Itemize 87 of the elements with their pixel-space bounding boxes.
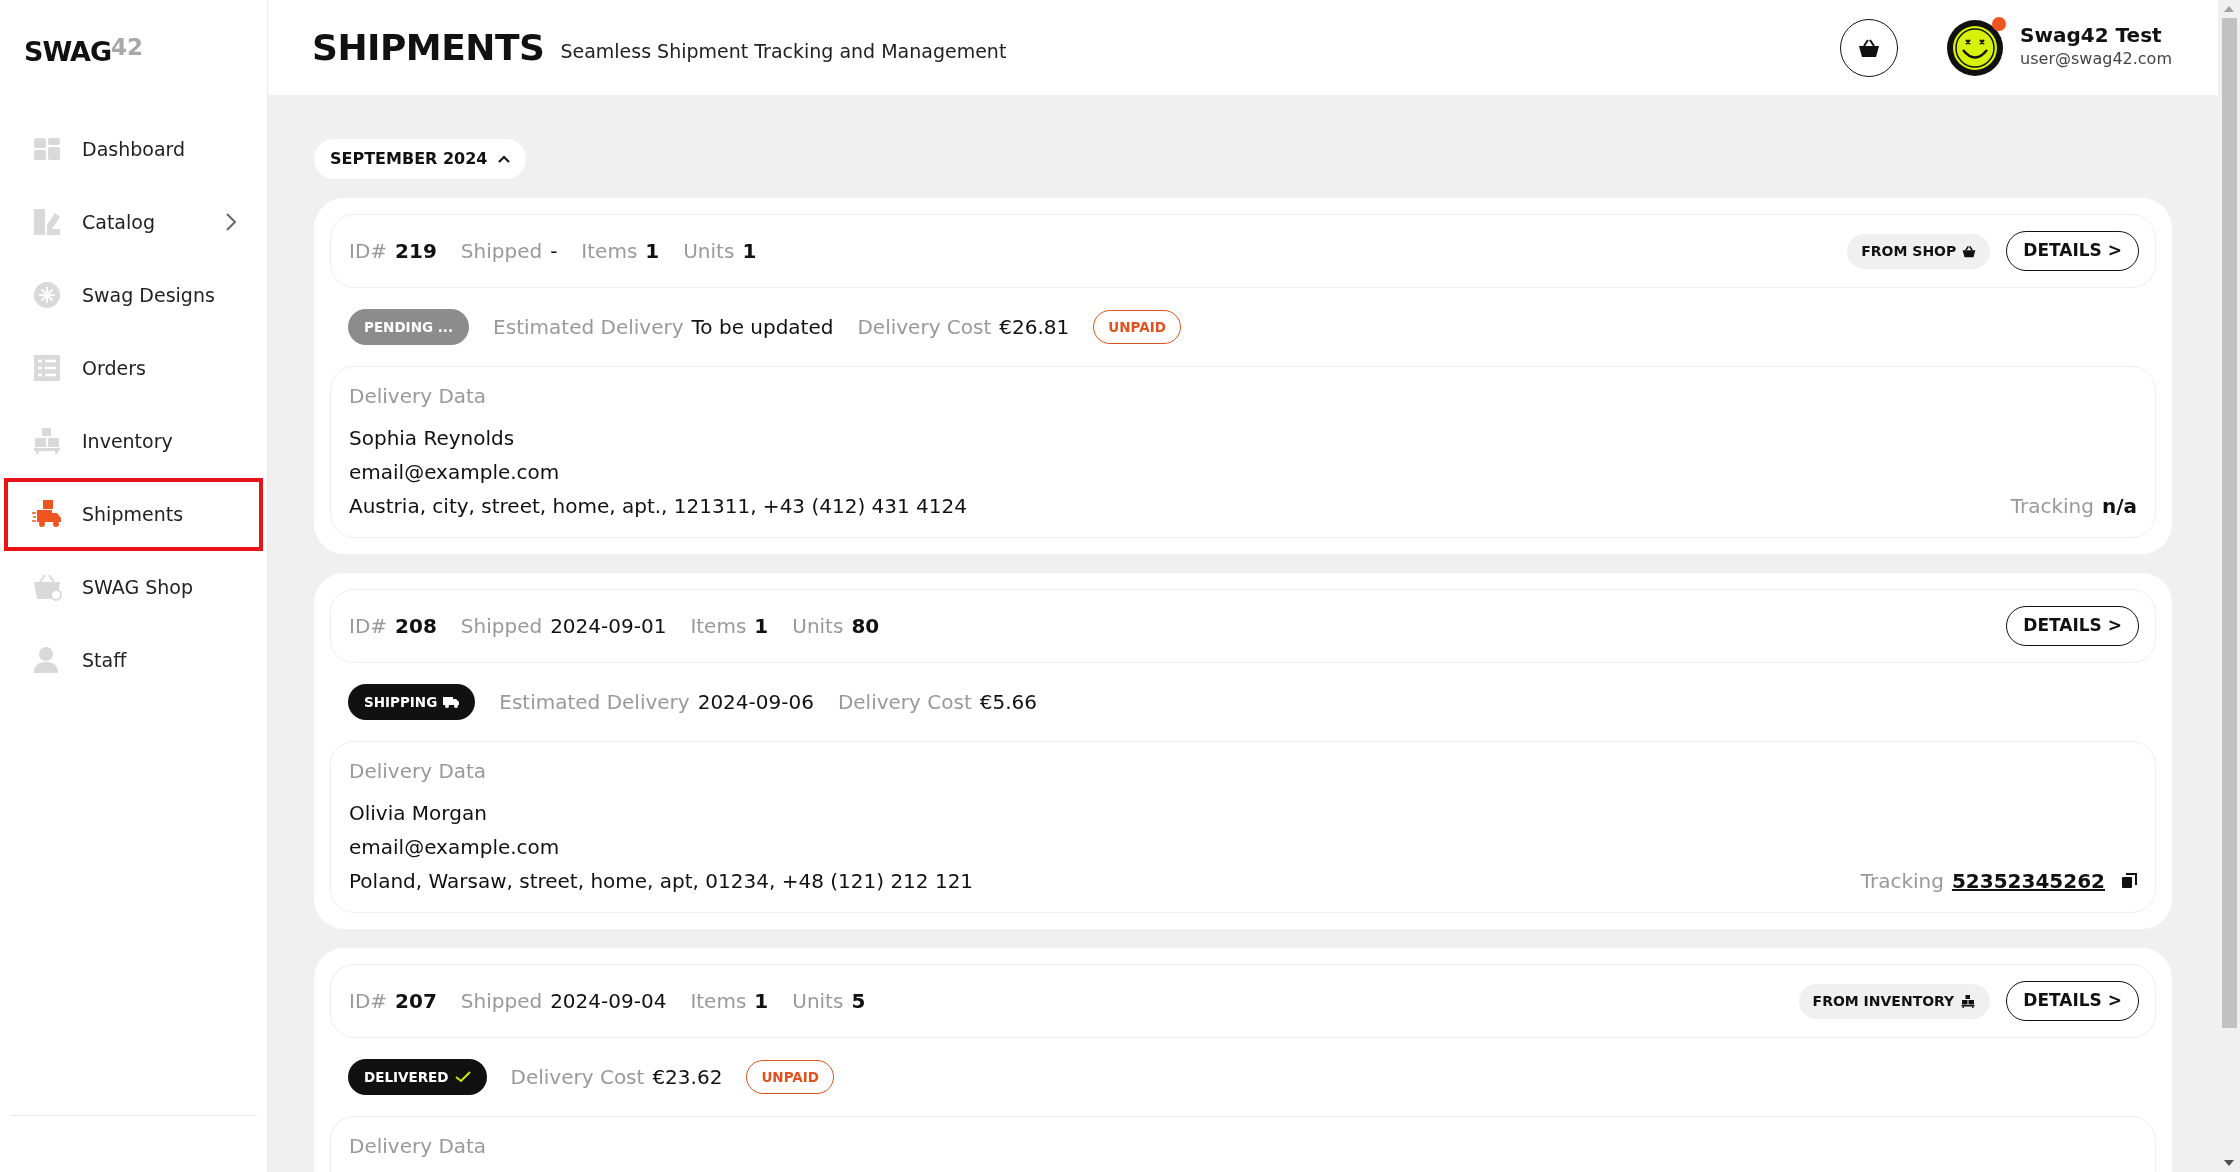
asterisk-circle-icon: [32, 280, 62, 310]
boxes-icon: [32, 426, 62, 456]
field-value: €5.66: [979, 690, 1037, 714]
field-value: 1: [645, 239, 660, 263]
basket-icon: [1858, 37, 1881, 58]
field-value: 1: [754, 614, 769, 638]
check-icon: [454, 1071, 471, 1083]
logo-number: 42: [111, 34, 144, 60]
field-value: n/a: [2101, 493, 2137, 520]
section-heading: Delivery Data: [349, 383, 488, 410]
field-value: 80: [851, 614, 880, 638]
field-label: Delivery Cost: [857, 315, 992, 339]
status-badge: SHIPPING: [348, 683, 476, 721]
field-label: ID#: [349, 989, 388, 1013]
page-title: SHIPMENTS: [312, 25, 545, 70]
delivery-detail: Sophia Reynolds: [349, 425, 516, 452]
field-label: ID#: [349, 614, 388, 638]
field-label: Delivery Cost: [837, 690, 972, 714]
basket-gear-icon: [32, 572, 62, 602]
status-badge: PENDING ...: [348, 308, 470, 346]
details-button[interactable]: DETAILS >: [2006, 231, 2139, 271]
field-label: Shipped: [460, 614, 543, 638]
truck-icon: [443, 696, 460, 708]
sidebar-item[interactable]: Catalog: [4, 185, 263, 259]
copy-icon[interactable]: [2121, 873, 2137, 889]
field-label: Units: [792, 614, 844, 638]
sidebar-item[interactable]: Orders: [4, 331, 263, 405]
logo-text: SWAG: [24, 36, 112, 67]
field-value: 207: [395, 989, 437, 1013]
field-value: -: [550, 239, 558, 263]
details-button[interactable]: DETAILS >: [2006, 981, 2139, 1021]
field-value: 5: [851, 989, 866, 1013]
sidebar-item[interactable]: Shipments: [4, 477, 263, 551]
field-value: €26.81: [999, 315, 1070, 339]
field-label: Units: [792, 989, 844, 1013]
chevron-right-icon[interactable]: [225, 212, 237, 232]
field-label: Delivery Cost: [510, 1065, 645, 1089]
page-subtitle: Seamless Shipment Tracking and Management: [560, 39, 1007, 65]
field-value: 2024-09-01: [550, 614, 667, 638]
field-label: Estimated Delivery: [499, 690, 690, 714]
field-label: Items: [581, 239, 638, 263]
source-badge: FROM INVENTORY: [1798, 983, 1991, 1019]
list-icon: [32, 353, 62, 383]
caret-up-icon: [497, 155, 510, 163]
sidebar-item[interactable]: Swag Designs: [4, 258, 263, 332]
basket-icon: [1962, 244, 1977, 258]
field-label: Shipped: [460, 989, 543, 1013]
delivery-detail: email@example.com: [349, 459, 561, 486]
section-heading: Delivery Data: [349, 1133, 487, 1160]
section-heading: Delivery Data: [349, 758, 488, 785]
sidebar-item[interactable]: Inventory: [4, 404, 263, 478]
sidebar-item[interactable]: Dashboard: [4, 112, 263, 186]
delivery-detail: Olivia Morgan: [349, 800, 488, 827]
source-badge: FROM SHOP: [1847, 233, 1991, 269]
field-value: €23.62: [652, 1065, 723, 1089]
user-email: user@swag42.com: [2020, 48, 2172, 70]
field-value: 219: [395, 239, 437, 263]
delivery-detail: Poland, Warsaw, street, home, apt, 01234, +48 (121) 212 121: [349, 868, 974, 895]
status-badge: DELIVERED: [348, 1058, 487, 1096]
sidebar-item[interactable]: SWAG Shop: [4, 550, 263, 624]
delivery-detail: email@example.com: [349, 834, 561, 861]
field-value: 1: [754, 989, 769, 1013]
field-label: Tracking: [2010, 493, 2094, 520]
field-value: 2024-09-06: [697, 690, 814, 714]
field-value: To be updated: [691, 315, 834, 339]
field-label: Items: [690, 989, 747, 1013]
details-button[interactable]: DETAILS >: [2006, 606, 2139, 646]
tracking-link[interactable]: 52352345262: [1951, 864, 2105, 898]
scrollbar-thumb[interactable]: [2221, 18, 2237, 1028]
delivery-detail: Austria, city, street, home, apt., 121311, +43 (412) 431 4124: [349, 493, 967, 520]
document-pencil-icon: [32, 207, 62, 237]
field-label: Shipped: [460, 239, 543, 263]
field-label: Units: [683, 239, 735, 263]
boxes-icon: [1960, 993, 1977, 1009]
field-label: ID#: [349, 239, 388, 263]
user-name: Swag42 Test: [2020, 24, 2163, 47]
smiley-avatar-icon: [1946, 18, 2005, 77]
month-filter[interactable]: SEPTEMBER 2024: [314, 139, 526, 179]
field-value: 208: [395, 614, 437, 638]
sidebar-item[interactable]: Staff: [4, 623, 263, 697]
delivery-truck-icon: [32, 499, 62, 529]
field-label: Tracking: [1860, 868, 1944, 895]
field-label: Items: [690, 614, 747, 638]
field-value: 2024-09-04: [550, 989, 667, 1013]
field-value: 1: [742, 239, 757, 263]
field-label: Estimated Delivery: [493, 315, 684, 339]
scroll-down-icon[interactable]: [2223, 1158, 2235, 1168]
